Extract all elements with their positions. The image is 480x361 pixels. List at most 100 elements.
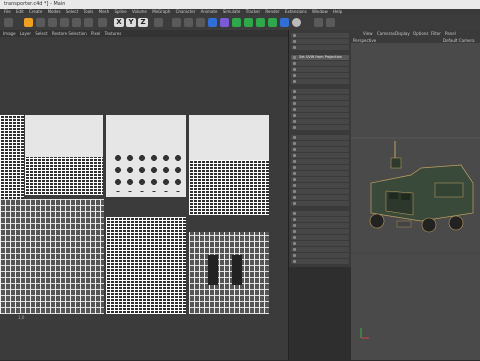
uv-coordinate-label: 1,0 [18, 315, 25, 320]
uv-wheels [112, 152, 182, 192]
object-icon [293, 136, 296, 139]
object-icon [293, 184, 296, 187]
object-item[interactable] [291, 241, 349, 246]
object-item[interactable] [291, 159, 349, 164]
object-item[interactable] [291, 107, 349, 112]
coordinate-system-icon[interactable] [154, 18, 163, 27]
uv-island [0, 199, 104, 314]
object-icon [293, 34, 296, 37]
object-item[interactable] [291, 45, 349, 50]
object-item[interactable] [291, 113, 349, 118]
object-icon [293, 90, 296, 93]
object-item[interactable] [291, 141, 349, 146]
scene-icon[interactable] [268, 18, 277, 27]
object-item[interactable] [291, 79, 349, 84]
object-item[interactable] [291, 177, 349, 182]
object-item[interactable] [291, 253, 349, 258]
light-icon[interactable] [292, 18, 301, 27]
camera-icon[interactable] [280, 18, 289, 27]
window-title: transporter.c4d *] - Main [4, 1, 66, 7]
subdivision-icon[interactable] [232, 18, 241, 27]
object-item-selected[interactable]: Set UVW from Projection [291, 55, 349, 60]
object-icon [293, 218, 296, 221]
object-item[interactable] [291, 33, 349, 38]
selection-tool-icon[interactable] [60, 18, 69, 27]
cloner-icon[interactable] [244, 18, 253, 27]
object-item[interactable] [291, 125, 349, 130]
viewport-menu-view[interactable]: View [363, 31, 373, 36]
object-item[interactable] [291, 101, 349, 106]
object-icon [293, 142, 296, 145]
object-icon [293, 254, 296, 257]
object-icon [293, 74, 296, 77]
cube-icon[interactable] [208, 18, 217, 27]
rotate-tool-icon[interactable] [48, 18, 57, 27]
uv-menu-select[interactable]: Select [35, 30, 47, 37]
render-view-icon[interactable] [172, 18, 181, 27]
object-item[interactable] [291, 153, 349, 158]
uv-menu-pixel[interactable]: Pixel [91, 30, 100, 37]
world-axis-icon[interactable] [98, 18, 107, 27]
object-item[interactable] [291, 195, 349, 200]
object-icon [293, 178, 296, 181]
object-icon [293, 248, 296, 251]
uv-menu-image[interactable]: Image [3, 30, 16, 37]
object-icon [293, 260, 296, 263]
object-item[interactable] [291, 183, 349, 188]
viewport-menu-options[interactable]: Options [413, 31, 428, 36]
uv-menu-layer[interactable]: Layer [20, 30, 31, 37]
object-item[interactable] [291, 259, 349, 264]
uv-editor-view[interactable]: 1,0 [0, 37, 288, 360]
viewport-menu-filter[interactable]: Filter [431, 31, 441, 36]
axis-z-button[interactable]: Z [138, 18, 148, 27]
object-item[interactable] [291, 73, 349, 78]
object-item[interactable] [291, 39, 349, 44]
object-item[interactable] [291, 211, 349, 216]
uv-menu-textures[interactable]: Textures [105, 30, 122, 37]
object-item[interactable] [291, 67, 349, 72]
object-item[interactable] [291, 95, 349, 100]
transform-icon[interactable] [84, 18, 93, 27]
object-item[interactable] [291, 165, 349, 170]
object-item[interactable] [291, 119, 349, 124]
snap-icon[interactable] [314, 18, 323, 27]
object-icon [293, 114, 296, 117]
axis-y-button[interactable]: Y [126, 18, 136, 27]
live-select-icon[interactable] [72, 18, 81, 27]
object-item[interactable] [291, 217, 349, 222]
object-item[interactable] [291, 89, 349, 94]
viewport-menu-display[interactable]: Display [395, 31, 410, 36]
toolbar: X Y Z [0, 15, 480, 31]
viewport-menu-cameras[interactable]: Cameras [377, 31, 395, 36]
object-item[interactable] [291, 247, 349, 252]
perspective-viewport[interactable] [351, 43, 480, 360]
object-item[interactable] [291, 171, 349, 176]
undo-icon[interactable] [4, 18, 13, 27]
render-settings-icon[interactable] [196, 18, 205, 27]
render-picture-viewer-icon[interactable] [184, 18, 193, 27]
object-item[interactable] [291, 201, 349, 206]
object-item[interactable] [291, 235, 349, 240]
move-tool-icon[interactable] [24, 18, 33, 27]
object-item[interactable] [291, 135, 349, 140]
workplane-icon[interactable] [326, 18, 335, 27]
deformer-icon[interactable] [256, 18, 265, 27]
scale-tool-icon[interactable] [36, 18, 45, 27]
object-icon [293, 126, 296, 129]
uv-menu-restore-selection[interactable]: Restore Selection [52, 30, 87, 37]
object-icon [293, 62, 296, 65]
object-item[interactable] [291, 61, 349, 66]
object-item[interactable] [291, 189, 349, 194]
object-item[interactable] [291, 147, 349, 152]
pen-icon[interactable] [220, 18, 229, 27]
object-icon [293, 120, 296, 123]
axis-x-button[interactable]: X [114, 18, 124, 27]
object-item[interactable] [291, 223, 349, 228]
uv-island [208, 255, 218, 285]
uv-editor-menu: Image Layer Select Restore Selection Pix… [0, 30, 288, 37]
object-icon [293, 236, 296, 239]
viewport-menu-panel[interactable]: Panel [445, 31, 456, 36]
object-item[interactable] [291, 229, 349, 234]
object-icon [293, 212, 296, 215]
object-manager[interactable]: Set UVW from Projection [288, 30, 351, 267]
